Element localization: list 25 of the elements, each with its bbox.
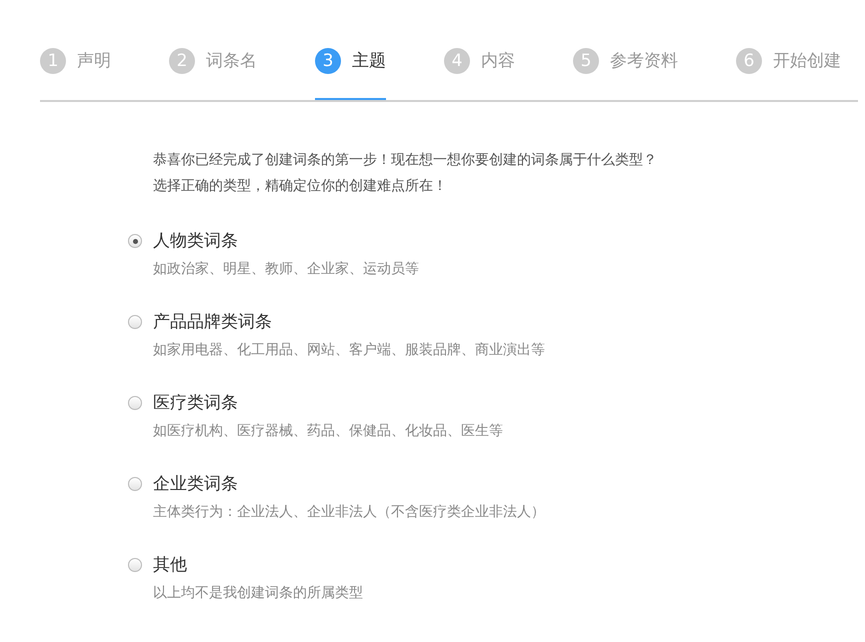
step-label: 主题 [352, 50, 386, 73]
step-number-badge: 3 [315, 48, 341, 74]
option-label[interactable]: 产品品牌类词条 [153, 310, 865, 334]
option-label[interactable]: 其他 [153, 553, 865, 577]
option-description: 如政治家、明星、教师、企业家、运动员等 [153, 260, 420, 279]
option-description: 如家用电器、化工用品、网站、客户端、服装品牌、商业演出等 [153, 341, 546, 360]
intro-text: 选择正确的类型，精确定位你的创建难点所在！ [153, 177, 448, 196]
intro-text: 恭喜你已经完成了创建词条的第一步！现在想一想你要创建的词条属于什么类型？ [153, 151, 658, 170]
option-label[interactable]: 人物类词条 [153, 229, 865, 253]
step-label: 内容 [481, 50, 515, 73]
radio-button[interactable] [128, 234, 142, 248]
option-description: 以上均不是我创建词条的所属类型 [153, 584, 364, 603]
step-tab[interactable]: 3 主题 [315, 48, 386, 100]
radio-button[interactable] [128, 558, 142, 572]
option-description: 如医疗机构、医疗器械、药品、保健品、化妆品、医生等 [153, 422, 504, 441]
step-label: 开始创建 [773, 50, 841, 73]
option-label[interactable]: 医疗类词条 [153, 391, 865, 415]
option-label[interactable]: 企业类词条 [153, 472, 865, 496]
radio-button[interactable] [128, 396, 142, 410]
option-description: 主体类行为：企业法人、企业非法人（不含医疗类企业非法人） [153, 503, 546, 522]
step-label: 词条名 [206, 50, 257, 73]
step-label: 声明 [77, 50, 111, 73]
radio-button[interactable] [128, 477, 142, 491]
radio-button[interactable] [128, 315, 142, 329]
step-label: 参考资料 [610, 50, 678, 73]
